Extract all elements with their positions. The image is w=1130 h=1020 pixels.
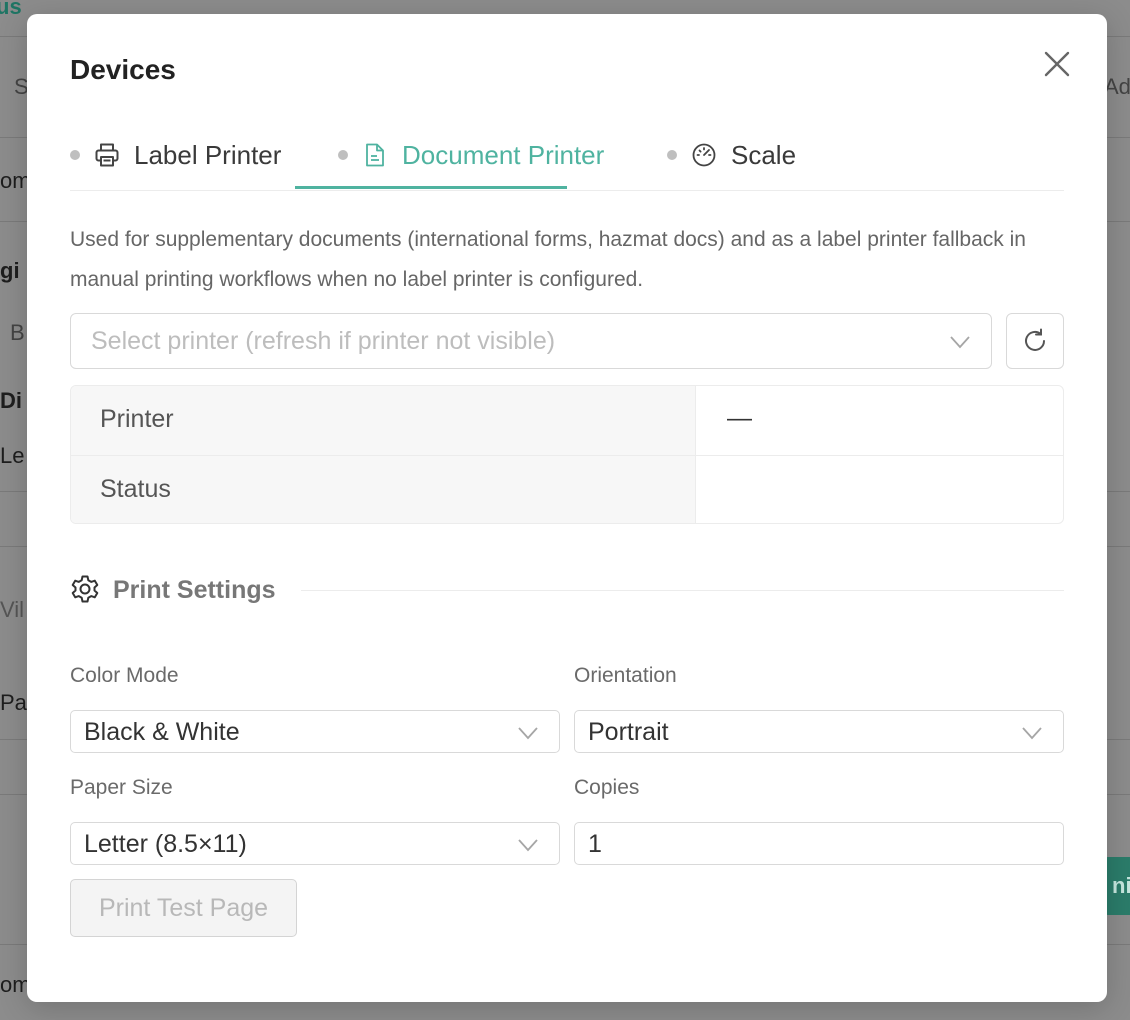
bg-text: B (10, 320, 25, 345)
chevron-down-icon (950, 336, 970, 349)
tab-label-printer[interactable]: Label Printer (70, 120, 281, 190)
info-row-status: Status (71, 455, 1063, 523)
chevron-down-icon (1022, 727, 1042, 740)
info-value: — (727, 404, 752, 432)
print-settings-title: Print Settings (113, 576, 276, 604)
printer-select[interactable]: Select printer (refresh if printer not v… (70, 313, 992, 369)
copies-label: Copies (574, 776, 640, 799)
orientation-value: Portrait (588, 718, 669, 746)
devices-modal: Devices Label Printer Document Printer S… (27, 14, 1107, 1002)
device-tabs: Label Printer Document Printer Scale (70, 120, 1064, 191)
paper-size-select[interactable]: Letter (8.5×11) (70, 822, 560, 865)
chevron-down-icon (518, 839, 538, 852)
refresh-icon (1025, 328, 1045, 351)
tab-label: Scale (731, 139, 797, 170)
tab-label: Label Printer (134, 139, 282, 170)
tab-description: Used for supplementary documents (intern… (70, 228, 1026, 291)
document-icon (362, 142, 388, 168)
color-mode-label: Color Mode (70, 664, 179, 687)
bg-text: Pa (0, 690, 27, 715)
copies-value: 1 (588, 830, 602, 858)
tab-scale[interactable]: Scale (667, 120, 796, 190)
print-settings-header: Print Settings (70, 572, 1064, 612)
color-mode-value: Black & White (84, 718, 240, 746)
bg-text: om (0, 168, 31, 193)
printer-info-table: Printer — Status (70, 385, 1064, 524)
copies-input[interactable]: 1 (574, 822, 1064, 865)
color-mode-select[interactable]: Black & White (70, 710, 560, 753)
printer-icon (94, 142, 120, 168)
bg-text: Vil (0, 597, 25, 622)
tab-label: Document Printer (402, 139, 605, 170)
paper-size-label: Paper Size (70, 776, 173, 799)
chevron-down-icon (518, 727, 538, 740)
close-icon (1044, 51, 1070, 77)
close-button[interactable] (1040, 47, 1074, 81)
info-row-printer: Printer — (71, 386, 1063, 455)
orientation-label: Orientation (574, 664, 677, 687)
bg-text: Ad (1104, 74, 1130, 99)
bg-ship-button: nip (1104, 857, 1130, 915)
paper-size-value: Letter (8.5×11) (84, 830, 247, 858)
modal-title: Devices (70, 54, 176, 85)
info-label: Status (100, 475, 171, 503)
status-dot (338, 150, 348, 160)
bg-text: om (0, 972, 31, 997)
gauge-icon (691, 142, 717, 168)
status-dot (70, 150, 80, 160)
gear-icon (71, 575, 99, 603)
bg-text: Di (0, 388, 22, 413)
refresh-button[interactable] (1006, 313, 1064, 369)
bg-text: Le (0, 443, 25, 468)
bg-text: us (0, 0, 22, 19)
printer-select-placeholder: Select printer (refresh if printer not v… (91, 327, 556, 355)
print-test-page-button[interactable]: Print Test Page (70, 879, 297, 937)
status-dot (667, 150, 677, 160)
info-label: Printer (100, 405, 174, 433)
orientation-select[interactable]: Portrait (574, 710, 1064, 753)
tab-document-printer[interactable]: Document Printer (338, 120, 604, 190)
active-tab-indicator (295, 186, 567, 189)
divider (301, 590, 1064, 591)
bg-text: gi (0, 258, 20, 283)
